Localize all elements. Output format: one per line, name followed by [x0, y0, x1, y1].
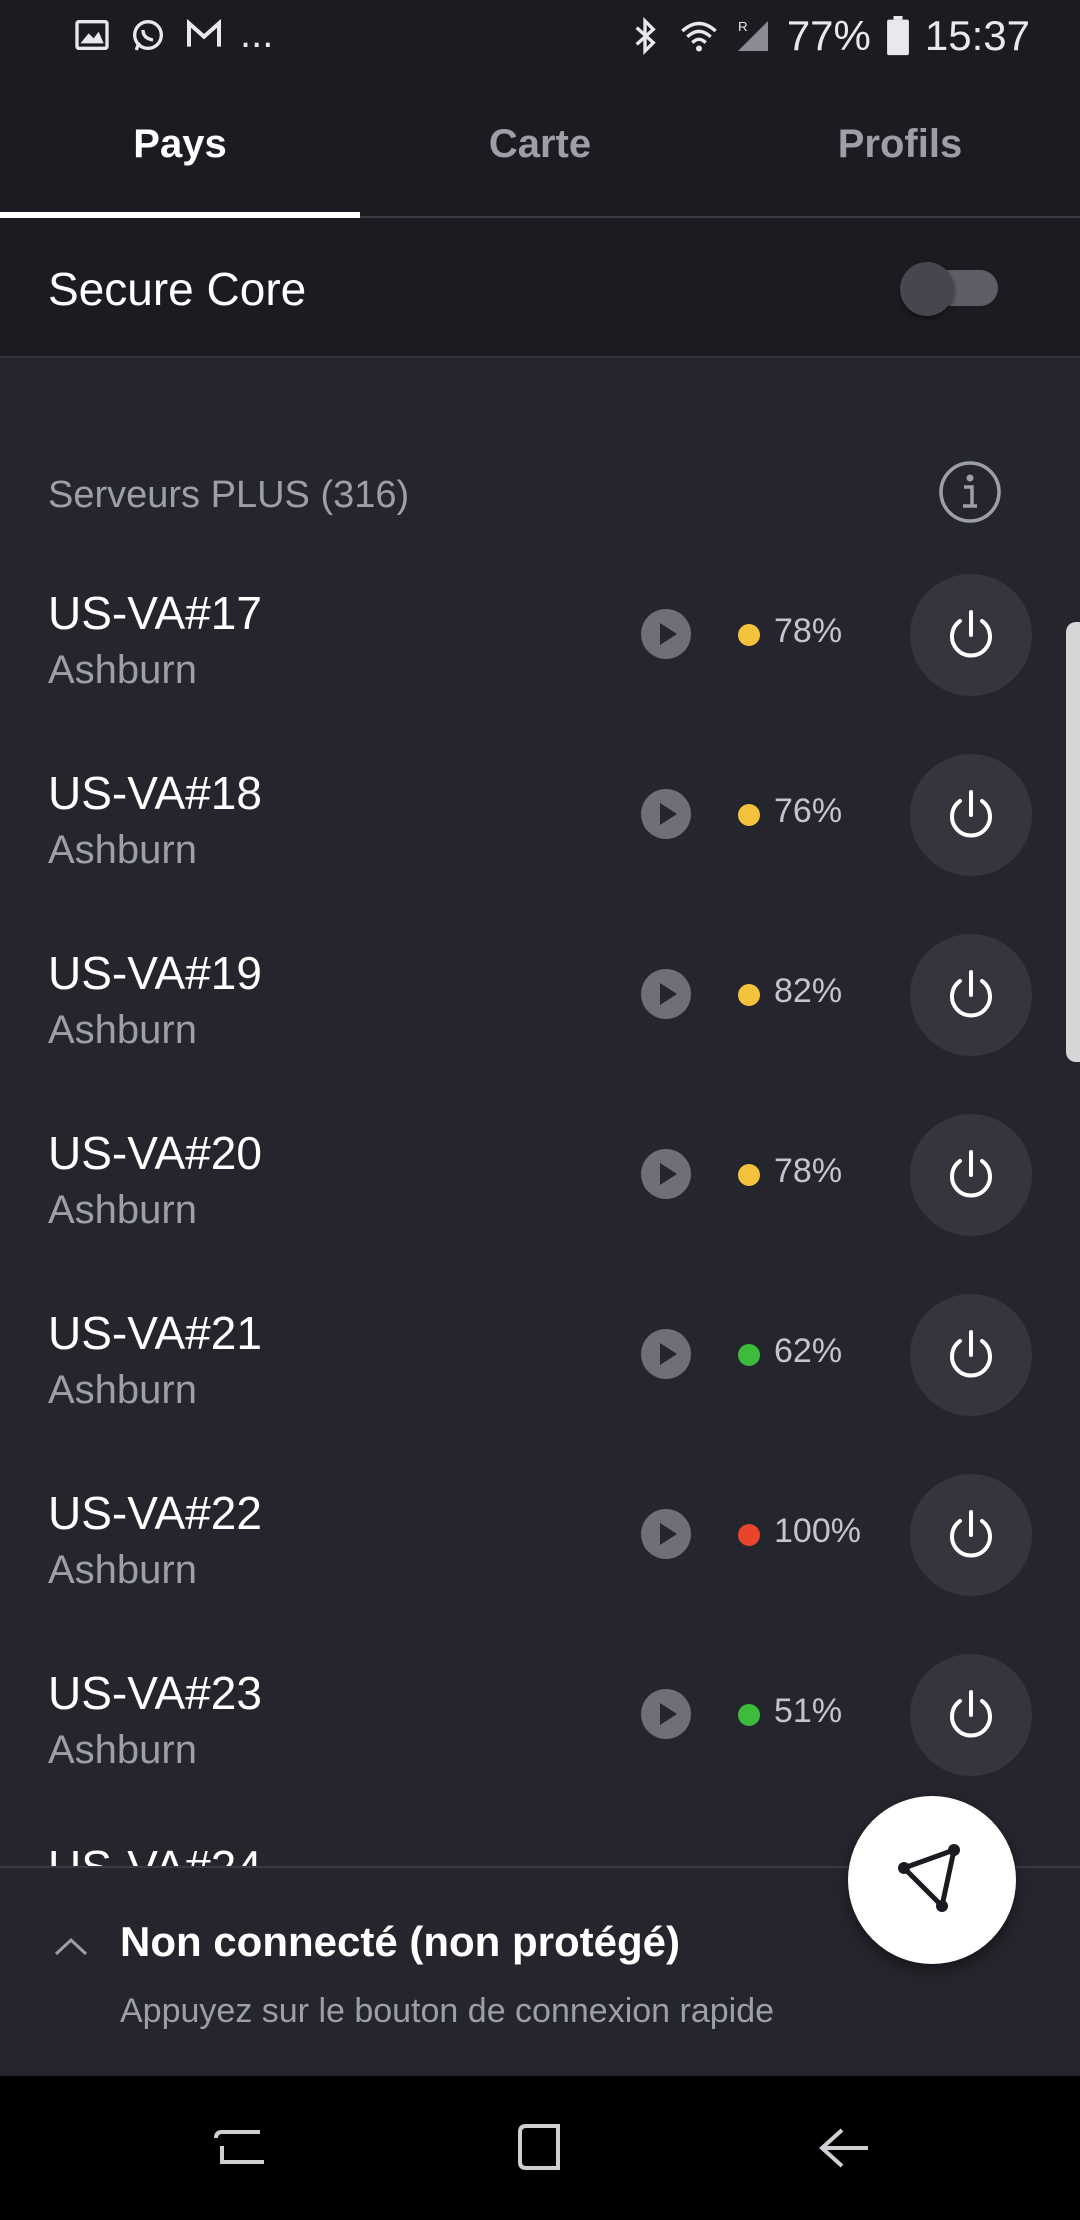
server-name: US-VA#19 [48, 947, 262, 999]
chevron-up-icon[interactable] [52, 1928, 90, 1966]
play-icon[interactable] [640, 968, 692, 1020]
server-row[interactable]: US-VA#19 Ashburn 82% [0, 934, 1080, 1126]
connection-hint: Appuyez sur le bouton de connexion rapid… [120, 1992, 775, 2030]
load-dot [738, 1524, 760, 1546]
server-load: 78% [774, 612, 843, 650]
connect-button[interactable] [910, 1114, 1032, 1236]
play-icon[interactable] [640, 788, 692, 840]
home-icon[interactable] [508, 2116, 572, 2180]
play-icon[interactable] [640, 1508, 692, 1560]
server-row[interactable]: US-VA#22 Ashburn 100% [0, 1474, 1080, 1666]
server-load: 51% [774, 1692, 843, 1730]
status-bar: ... R 77% 15:37 [0, 0, 1080, 72]
signal-icon: R [737, 19, 768, 51]
bluetooth-icon [635, 16, 656, 56]
power-icon [950, 1330, 992, 1378]
load-dot [738, 984, 760, 1006]
server-city: Ashburn [48, 648, 197, 692]
server-row[interactable]: US-VA#20 Ashburn 78% [0, 1114, 1080, 1306]
server-city: Ashburn [48, 1188, 197, 1232]
server-row[interactable]: US-VA#18 Ashburn 76% [0, 754, 1080, 946]
play-icon[interactable] [640, 1328, 692, 1380]
tab-profils[interactable]: Profils [720, 72, 1080, 216]
power-icon [950, 1510, 992, 1558]
server-name: US-VA#24 [48, 1840, 262, 1866]
server-city: Ashburn [48, 1548, 197, 1592]
play-icon[interactable] [640, 1688, 692, 1740]
status-more: ... [240, 12, 274, 56]
server-load: 62% [774, 1332, 843, 1370]
connect-button[interactable] [910, 934, 1032, 1056]
whatsapp-icon [133, 19, 163, 51]
tab-carte[interactable]: Carte [360, 72, 720, 216]
server-city: Ashburn [48, 1728, 197, 1772]
power-icon [950, 1690, 992, 1738]
clock: 15:37 [924, 12, 1030, 59]
server-load: 82% [774, 972, 843, 1010]
scrollbar[interactable] [1066, 622, 1080, 1062]
secure-core-label: Secure Core [48, 263, 307, 315]
tab-bar: Pays Carte Profils [0, 72, 1080, 218]
image-icon [75, 19, 109, 50]
power-icon [950, 970, 992, 1018]
wifi-icon [681, 21, 717, 52]
navigation-bar [0, 2076, 1080, 2220]
server-city: Ashburn [48, 1368, 197, 1412]
connect-button[interactable] [910, 574, 1032, 696]
svg-text:R: R [738, 19, 748, 34]
quick-connect-icon [898, 1844, 960, 1912]
server-row[interactable]: US-VA#21 Ashburn 62% [0, 1294, 1080, 1486]
server-load: 100% [774, 1512, 861, 1550]
server-load: 76% [774, 792, 843, 830]
tab-pays[interactable]: Pays [0, 72, 360, 218]
power-icon [950, 790, 992, 838]
connection-status: Non connecté (non protégé) [120, 1918, 680, 1965]
server-city: Ashburn [48, 828, 197, 872]
toggle-thumb [900, 262, 954, 316]
load-dot [738, 624, 760, 646]
server-load: 78% [774, 1152, 843, 1190]
gmail-icon [187, 18, 221, 47]
connect-button[interactable] [910, 1474, 1032, 1596]
server-name: US-VA#23 [48, 1667, 262, 1719]
server-name: US-VA#22 [48, 1487, 262, 1539]
server-name: US-VA#18 [48, 767, 262, 819]
battery-icon [886, 16, 909, 56]
server-city: Ashburn [48, 1008, 197, 1052]
section-header: Serveurs PLUS (316) [48, 474, 410, 516]
quick-connect-button[interactable] [848, 1796, 1016, 1964]
load-dot [738, 1344, 760, 1366]
server-name: US-VA#21 [48, 1307, 262, 1359]
back-icon[interactable] [812, 2116, 876, 2180]
play-icon[interactable] [640, 608, 692, 660]
recents-icon[interactable] [208, 2116, 272, 2180]
power-icon [950, 610, 992, 658]
load-dot [738, 1704, 760, 1726]
connect-button[interactable] [910, 1294, 1032, 1416]
connect-button[interactable] [910, 1654, 1032, 1776]
info-icon[interactable] [938, 460, 1002, 524]
connect-button[interactable] [910, 754, 1032, 876]
secure-core-toggle[interactable] [900, 262, 1000, 316]
load-dot [738, 1164, 760, 1186]
server-row[interactable]: US-VA#17 Ashburn 78% [0, 574, 1080, 766]
play-icon[interactable] [640, 1148, 692, 1200]
server-name: US-VA#20 [48, 1127, 262, 1179]
server-name: US-VA#17 [48, 587, 262, 639]
load-dot [738, 804, 760, 826]
power-icon [950, 1150, 992, 1198]
battery-percent: 77% [786, 12, 871, 59]
